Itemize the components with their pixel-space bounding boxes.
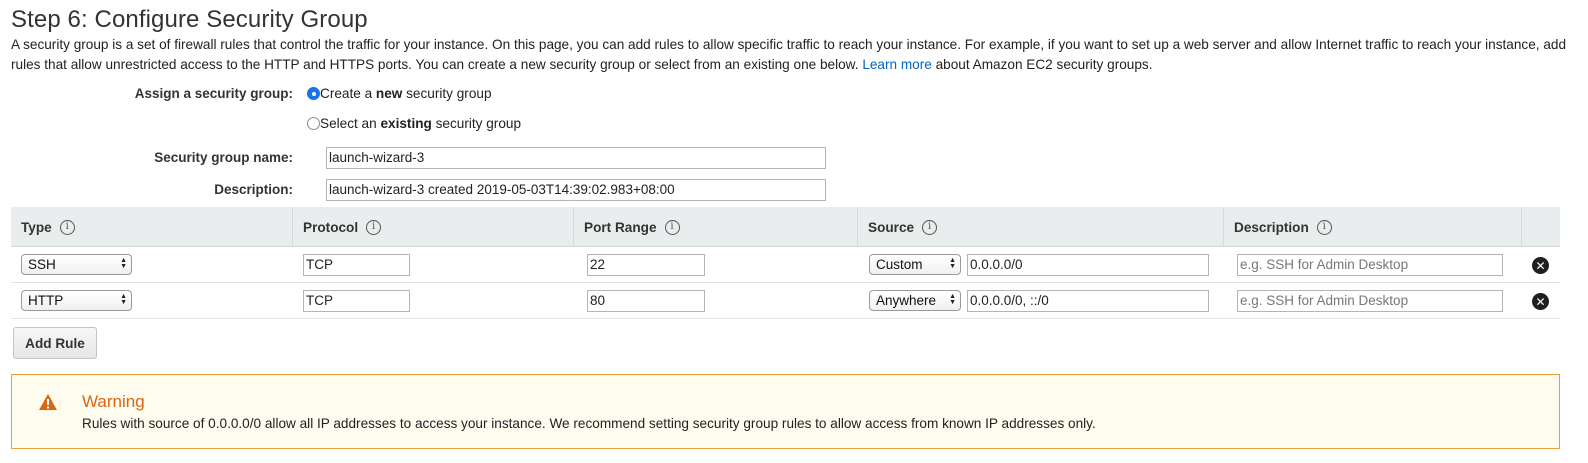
description-input[interactable]: launch-wizard-3 created 2019-05-03T14:39… xyxy=(326,179,826,201)
warning-alert: Warning Rules with source of 0.0.0.0/0 a… xyxy=(11,374,1560,449)
intro-text: A security group is a set of firewall ru… xyxy=(11,37,1567,72)
intro-suffix: about Amazon EC2 security groups. xyxy=(935,57,1153,72)
info-icon[interactable]: i xyxy=(922,219,938,235)
select-arrows-icon: ▲ ▼ xyxy=(120,293,127,306)
warning-title: Warning xyxy=(82,392,145,411)
warning-triangle-icon xyxy=(39,394,57,410)
remove-rule-icon[interactable]: ✕ xyxy=(1532,293,1549,310)
port-range-input[interactable]: 22 xyxy=(587,254,705,276)
column-header-protocol: Protocol i xyxy=(292,207,573,247)
security-group-name-input[interactable]: launch-wizard-3 xyxy=(326,147,826,169)
table-row: SSH ▲ ▼ TCP 22 Custom ▲ ▼ 0.0.0.0/0 e.g. S… xyxy=(11,247,1560,283)
security-group-name-label: Security group name: xyxy=(154,150,293,165)
source-cidr-input[interactable]: 0.0.0.0/0 xyxy=(967,254,1209,276)
warning-text: Rules with source of 0.0.0.0/0 allow all… xyxy=(82,416,1096,431)
description-label: Description: xyxy=(214,182,293,197)
port-range-input[interactable]: 80 xyxy=(587,290,705,312)
type-select[interactable]: HTTP ▲ ▼ xyxy=(21,290,132,311)
info-icon[interactable]: i xyxy=(1316,219,1332,235)
protocol-input[interactable]: TCP xyxy=(303,254,410,276)
radio-select-existing-label: Select an existing security group xyxy=(320,116,521,131)
source-select[interactable]: Custom ▲ ▼ xyxy=(869,254,961,275)
configure-security-group-page: Step 6: Configure Security Group A secur… xyxy=(0,0,1588,463)
type-select[interactable]: SSH ▲ ▼ xyxy=(21,254,132,275)
select-arrows-icon: ▲ ▼ xyxy=(949,257,956,270)
source-cidr-input[interactable]: 0.0.0.0/0, ::/0 xyxy=(967,290,1209,312)
select-arrows-icon: ▲ ▼ xyxy=(949,293,956,306)
radio-select-existing-button[interactable] xyxy=(307,117,320,130)
column-header-actions xyxy=(1521,207,1560,247)
rule-description-input[interactable]: e.g. SSH for Admin Desktop xyxy=(1237,254,1503,276)
protocol-input[interactable]: TCP xyxy=(303,290,410,312)
radio-create-new-label: Create a new security group xyxy=(320,86,492,101)
column-header-type: Type i xyxy=(11,207,292,247)
select-arrows-icon: ▲ ▼ xyxy=(120,257,127,270)
assign-security-group-label: Assign a security group: xyxy=(134,86,293,101)
info-icon[interactable]: i xyxy=(366,219,382,235)
info-icon[interactable]: i xyxy=(59,219,75,235)
radio-select-existing[interactable]: Select an existing security group xyxy=(307,116,521,131)
radio-create-new-button[interactable] xyxy=(307,87,320,100)
column-header-port-range: Port Range i xyxy=(573,207,857,247)
column-header-source: Source i xyxy=(857,207,1223,247)
learn-more-link[interactable]: Learn more xyxy=(862,57,932,72)
table-row: HTTP ▲ ▼ TCP 80 Anywhere ▲ ▼ 0.0.0.0/0, ::… xyxy=(11,283,1560,319)
source-select[interactable]: Anywhere ▲ ▼ xyxy=(869,290,961,311)
page-title: Step 6: Configure Security Group xyxy=(11,6,368,33)
info-icon[interactable]: i xyxy=(664,219,680,235)
rule-description-input[interactable]: e.g. SSH for Admin Desktop xyxy=(1237,290,1503,312)
radio-create-new[interactable]: Create a new security group xyxy=(307,86,492,101)
rules-table-header: Type i Protocol i Port Range i Source i … xyxy=(11,207,1560,247)
column-header-description: Description i xyxy=(1223,207,1521,247)
intro-paragraph: A security group is a set of firewall ru… xyxy=(11,35,1571,75)
add-rule-button[interactable]: Add Rule xyxy=(13,327,97,359)
remove-rule-icon[interactable]: ✕ xyxy=(1532,257,1549,274)
